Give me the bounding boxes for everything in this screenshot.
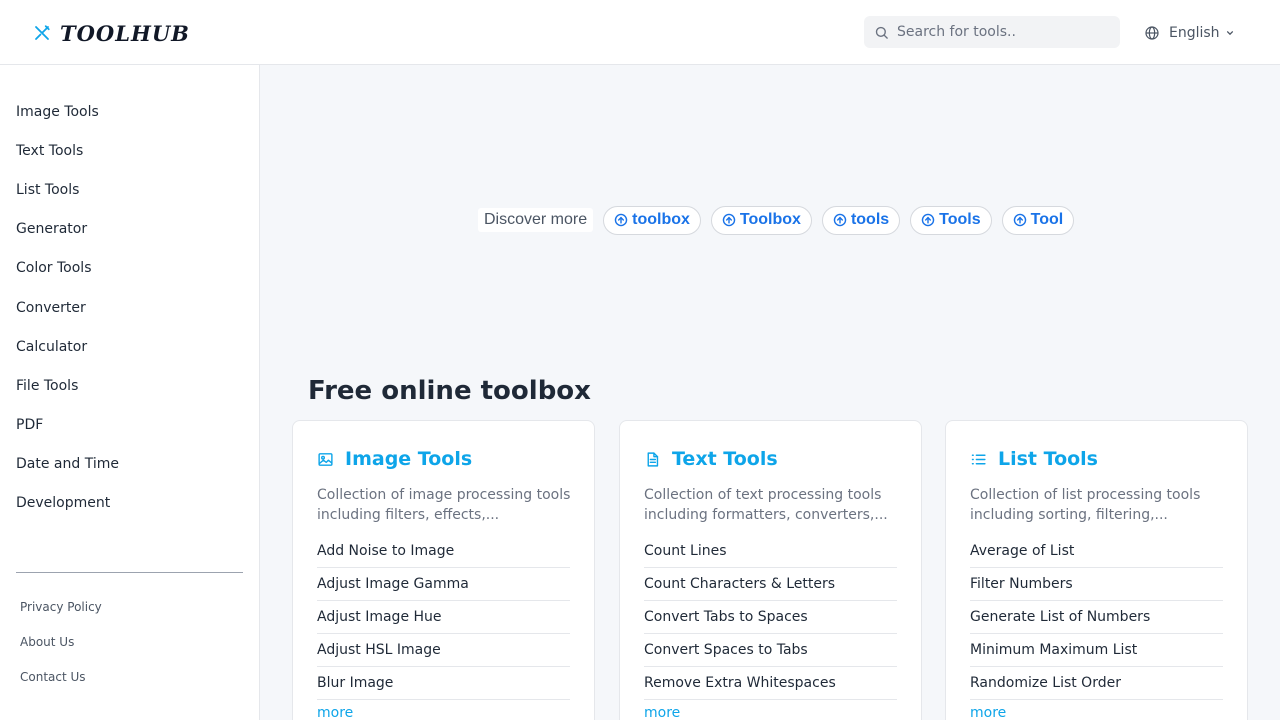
tool-link[interactable]: Average of List [970,535,1223,568]
card-header[interactable]: Text Tools [644,448,778,470]
sidebar-item-list-tools[interactable]: List Tools [0,170,259,209]
document-icon [647,451,659,467]
tool-link[interactable]: Adjust HSL Image [317,634,570,667]
tool-link[interactable]: Blur Image [317,667,570,700]
contact-us-link[interactable]: Contact Us [20,659,102,694]
card-description: Collection of text processing tools incl… [644,487,888,523]
sidebar-footer-links: Privacy Policy About Us Contact Us [20,589,102,694]
sidebar-item-calculator[interactable]: Calculator [0,327,259,366]
category-card-text-tools: Text Tools Collection of text processing… [619,420,922,720]
category-card-image-tools: Image Tools Collection of image processi… [292,420,595,720]
tool-list: Add Noise to Image Adjust Image Gamma Ad… [317,535,570,700]
discover-chip-label: toolbox [632,211,690,228]
discover-chip[interactable]: Tools [910,205,992,235]
tool-link[interactable]: Adjust Image Gamma [317,568,570,601]
discover-chip-label: tools [850,211,890,228]
discover-chip[interactable]: Tool [1001,205,1075,235]
top-header: TOOLHUB English [0,0,1280,65]
language-selector[interactable]: English [1144,22,1234,44]
search-input[interactable] [897,24,1107,40]
logo[interactable]: TOOLHUB [33,20,190,46]
globe-icon [1145,26,1159,40]
discover-more-label: Discover more [478,208,594,232]
sidebar-item-text-tools[interactable]: Text Tools [0,131,259,170]
image-icon [318,452,333,466]
sidebar-item-generator[interactable]: Generator [0,210,259,249]
card-title: Text Tools [672,448,778,470]
tools-icon [35,25,50,40]
arrow-circle-icon [722,213,736,227]
tool-link[interactable]: Convert Tabs to Spaces [644,601,897,634]
tool-link[interactable]: Count Lines [644,535,897,568]
sidebar-divider [16,572,243,573]
tool-list: Count Lines Count Characters & Letters C… [644,535,897,700]
list-icon [971,454,986,464]
tool-link[interactable]: Randomize List Order [970,667,1223,700]
logo-text: TOOLHUB [60,20,190,46]
category-card-list-tools: List Tools Collection of list processing… [945,420,1248,720]
tool-link[interactable]: Count Characters & Letters [644,568,897,601]
sidebar: Image Tools Text Tools List Tools Genera… [0,65,260,720]
discover-chip-label: Tools [939,211,981,228]
discover-chip[interactable]: tools [821,205,901,235]
search-box[interactable] [864,16,1120,48]
chevron-down-icon [1226,31,1233,36]
card-header[interactable]: Image Tools [317,448,472,470]
sidebar-item-development[interactable]: Development [0,484,259,523]
more-link[interactable]: more [644,705,680,720]
discover-chip-label: Toolbox [739,211,801,228]
tool-list: Average of List Filter Numbers Generate … [970,535,1223,700]
card-description: Collection of list processing tools incl… [970,487,1201,523]
tool-link[interactable]: Minimum Maximum List [970,634,1223,667]
tool-link[interactable]: Generate List of Numbers [970,601,1223,634]
arrow-circle-icon [833,213,847,227]
arrow-circle-icon [921,213,935,227]
card-header[interactable]: List Tools [970,448,1098,470]
tool-link[interactable]: Adjust Image Hue [317,601,570,634]
sidebar-item-color-tools[interactable]: Color Tools [0,249,259,288]
discover-chip[interactable]: toolbox [603,205,701,235]
sidebar-item-file-tools[interactable]: File Tools [0,366,259,405]
privacy-policy-link[interactable]: Privacy Policy [20,589,102,624]
sidebar-item-converter[interactable]: Converter [0,288,259,327]
more-link[interactable]: more [317,705,353,720]
about-us-link[interactable]: About Us [20,624,102,659]
arrow-circle-icon [1013,213,1026,227]
discover-more-bar: Discover more toolbox Toolbox tools Tool… [478,205,1084,235]
search-icon [875,26,888,39]
tool-link[interactable]: Filter Numbers [970,568,1223,601]
sidebar-nav: Image Tools Text Tools List Tools Genera… [0,92,259,523]
card-description: Collection of image processing tools inc… [317,487,571,523]
discover-chip-label: Tool [1030,211,1064,228]
tool-link[interactable]: Convert Spaces to Tabs [644,634,897,667]
card-title: Image Tools [345,448,473,470]
arrow-circle-icon [614,213,628,227]
sidebar-item-pdf[interactable]: PDF [0,406,259,445]
card-title: List Tools [998,448,1098,470]
language-label: English [1169,25,1220,41]
page-title: Free online toolbox [308,376,591,406]
discover-chip[interactable]: Toolbox [710,205,812,235]
more-link[interactable]: more [970,705,1006,720]
sidebar-item-date-and-time[interactable]: Date and Time [0,445,259,484]
tool-link[interactable]: Remove Extra Whitespaces [644,667,897,700]
tool-link[interactable]: Add Noise to Image [317,535,570,568]
sidebar-item-image-tools[interactable]: Image Tools [0,92,259,131]
